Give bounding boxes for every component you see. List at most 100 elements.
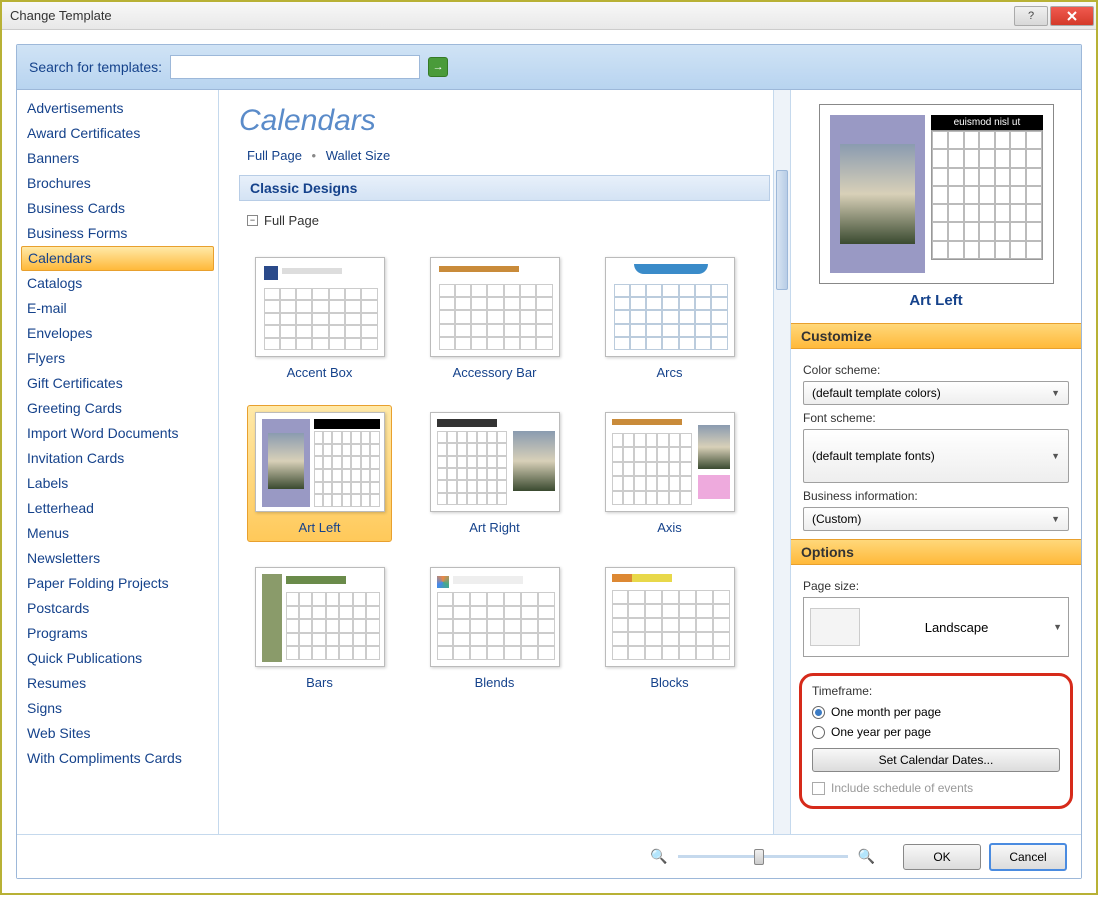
business-info-combo[interactable]: (Custom) ▼	[803, 507, 1069, 531]
dialog-footer: 🔍 🔍 OK Cancel	[17, 834, 1081, 878]
subsection-toggle[interactable]: − Full Page	[239, 209, 770, 232]
customize-heading: Customize	[791, 323, 1081, 349]
chevron-down-icon: ▼	[1051, 451, 1060, 461]
template-item[interactable]: Blocks	[597, 560, 742, 697]
radio-one-year[interactable]: One year per page	[812, 722, 1060, 742]
sidebar-item[interactable]: E-mail	[17, 296, 218, 321]
sidebar-item[interactable]: Labels	[17, 471, 218, 496]
sidebar-item[interactable]: Advertisements	[17, 96, 218, 121]
template-thumbnail	[255, 412, 385, 512]
close-button[interactable]	[1050, 6, 1094, 26]
search-go-button[interactable]: →	[428, 57, 448, 77]
gallery-scrollbar[interactable]	[773, 90, 790, 834]
template-item[interactable]: Bars	[247, 560, 392, 697]
collapse-icon: −	[247, 215, 258, 226]
preview-cal-title: euismod nisl ut	[931, 115, 1042, 130]
category-sidebar: AdvertisementsAward CertificatesBannersB…	[17, 90, 219, 834]
checkbox-icon	[812, 782, 825, 795]
template-item[interactable]: Accent Box	[247, 250, 392, 387]
sidebar-item[interactable]: Gift Certificates	[17, 371, 218, 396]
template-name: Blocks	[650, 675, 688, 690]
cancel-button[interactable]: Cancel	[989, 843, 1067, 871]
sidebar-item[interactable]: Brochures	[17, 171, 218, 196]
template-thumbnail	[605, 412, 735, 512]
help-button[interactable]: ?	[1014, 6, 1048, 26]
sidebar-item[interactable]: Business Cards	[17, 196, 218, 221]
sidebar-item[interactable]: With Compliments Cards	[17, 746, 218, 771]
color-scheme-combo[interactable]: (default template colors) ▼	[803, 381, 1069, 405]
sidebar-item[interactable]: Import Word Documents	[17, 421, 218, 446]
sidebar-item[interactable]: Quick Publications	[17, 646, 218, 671]
zoom-in-icon[interactable]: 🔍	[858, 848, 875, 865]
color-scheme-label: Color scheme:	[803, 363, 1069, 377]
sidebar-item[interactable]: Envelopes	[17, 321, 218, 346]
page-size-combo[interactable]: Landscape ▼	[803, 597, 1069, 657]
business-info-label: Business information:	[803, 489, 1069, 503]
radio-one-year-label: One year per page	[831, 725, 931, 739]
sidebar-item[interactable]: Signs	[17, 696, 218, 721]
section-heading: Classic Designs	[239, 175, 770, 201]
template-item[interactable]: Art Right	[422, 405, 567, 542]
set-calendar-dates-button[interactable]: Set Calendar Dates...	[812, 748, 1060, 772]
scrollbar-thumb[interactable]	[776, 170, 788, 290]
sidebar-item[interactable]: Letterhead	[17, 496, 218, 521]
zoom-out-icon[interactable]: 🔍	[650, 848, 667, 865]
page-size-label: Page size:	[803, 579, 1069, 593]
options-heading: Options	[791, 539, 1081, 565]
radio-icon	[812, 726, 825, 739]
breadcrumb-item[interactable]: Full Page	[247, 148, 302, 163]
template-name: Art Right	[469, 520, 520, 535]
sidebar-item[interactable]: Newsletters	[17, 546, 218, 571]
template-thumbnail	[430, 257, 560, 357]
template-item[interactable]: Blends	[422, 560, 567, 697]
sidebar-item[interactable]: Greeting Cards	[17, 396, 218, 421]
zoom-slider[interactable]	[678, 855, 848, 858]
preview-label: Art Left	[805, 292, 1067, 309]
window-title: Change Template	[10, 8, 1014, 23]
breadcrumb: Full Page • Wallet Size	[239, 148, 770, 163]
template-name: Accent Box	[287, 365, 353, 380]
font-scheme-value: (default template fonts)	[812, 449, 935, 463]
template-thumbnail	[430, 567, 560, 667]
template-item[interactable]: Arcs	[597, 250, 742, 387]
font-scheme-combo[interactable]: (default template fonts) ▼	[803, 429, 1069, 483]
template-name: Arcs	[657, 365, 683, 380]
titlebar: Change Template ?	[2, 2, 1096, 30]
sidebar-item[interactable]: Resumes	[17, 671, 218, 696]
chevron-down-icon: ▼	[1051, 388, 1060, 398]
include-events-checkbox[interactable]: Include schedule of events	[812, 778, 1060, 798]
sidebar-item[interactable]: Programs	[17, 621, 218, 646]
template-thumbnail	[430, 412, 560, 512]
template-thumbnail	[255, 567, 385, 667]
sidebar-item[interactable]: Paper Folding Projects	[17, 571, 218, 596]
gallery-heading: Calendars	[239, 104, 770, 138]
sidebar-item[interactable]: Banners	[17, 146, 218, 171]
search-label: Search for templates:	[29, 59, 162, 75]
template-thumbnail	[605, 257, 735, 357]
search-input[interactable]	[170, 55, 420, 79]
breadcrumb-item[interactable]: Wallet Size	[326, 148, 391, 163]
template-item[interactable]: Axis	[597, 405, 742, 542]
sidebar-item[interactable]: Web Sites	[17, 721, 218, 746]
template-thumbnail	[605, 567, 735, 667]
template-item[interactable]: Art Left	[247, 405, 392, 542]
zoom-slider-thumb[interactable]	[754, 849, 764, 865]
radio-one-month[interactable]: One month per page	[812, 702, 1060, 722]
sidebar-item[interactable]: Business Forms	[17, 221, 218, 246]
ok-button[interactable]: OK	[903, 844, 981, 870]
sidebar-item[interactable]: Calendars	[21, 246, 214, 271]
sidebar-item[interactable]: Menus	[17, 521, 218, 546]
business-info-value: (Custom)	[812, 512, 861, 526]
sidebar-item[interactable]: Catalogs	[17, 271, 218, 296]
sidebar-item[interactable]: Award Certificates	[17, 121, 218, 146]
page-size-thumb-icon	[810, 608, 860, 646]
subsection-label: Full Page	[264, 213, 319, 228]
template-name: Axis	[657, 520, 682, 535]
template-name: Blends	[475, 675, 515, 690]
sidebar-item[interactable]: Invitation Cards	[17, 446, 218, 471]
template-item[interactable]: Accessory Bar	[422, 250, 567, 387]
customize-panel: euismod nisl ut Art Left Customize Color…	[791, 90, 1081, 834]
sidebar-item[interactable]: Flyers	[17, 346, 218, 371]
font-scheme-label: Font scheme:	[803, 411, 1069, 425]
sidebar-item[interactable]: Postcards	[17, 596, 218, 621]
